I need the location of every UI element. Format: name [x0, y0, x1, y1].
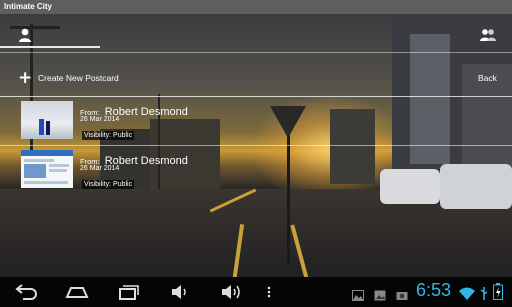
postcard-thumbnail [21, 101, 73, 139]
volume-down-icon[interactable] [170, 283, 190, 301]
wifi-icon [459, 285, 475, 304]
people-icon[interactable] [479, 27, 496, 43]
tab-divider [0, 52, 512, 53]
visibility-badge: Visibility: Public [82, 131, 135, 140]
menu-icon[interactable] [266, 283, 272, 301]
postcard-list-item[interactable]: From: Robert Desmond 26 Mar 2014 Visibil… [0, 145, 512, 194]
home-icon[interactable] [64, 283, 90, 301]
image-icon [374, 286, 386, 305]
visibility-badge: Visibility: Public [82, 180, 135, 189]
active-tab-indicator [0, 46, 100, 48]
back-button[interactable]: Back [478, 73, 497, 83]
window-title: Intimate City [4, 2, 53, 11]
postcard-date: 26 Mar 2014 [80, 116, 120, 123]
system-navigation-bar: 6:53 [0, 277, 512, 307]
postcard-list: From: Robert Desmond 26 Mar 2014 Visibil… [0, 97, 512, 194]
battery-icon [493, 283, 503, 304]
volume-up-icon[interactable] [220, 283, 242, 301]
camera-icon [396, 286, 408, 305]
postcard-thumbnail [21, 150, 73, 188]
clock: 6:53 [416, 280, 452, 300]
postcard-list-item[interactable]: From: Robert Desmond 26 Mar 2014 Visibil… [0, 97, 512, 145]
action-bar: + Create New Postcard Back [0, 68, 512, 88]
person-icon[interactable] [17, 27, 33, 43]
create-postcard-label: Create New Postcard [38, 73, 119, 83]
gallery-icon [352, 286, 364, 305]
recent-apps-icon[interactable] [117, 283, 141, 301]
usb-icon [479, 285, 489, 304]
back-icon[interactable] [14, 283, 38, 301]
window-title-bar: Intimate City [0, 0, 512, 14]
plus-icon: + [18, 68, 33, 88]
postcard-date: 26 Mar 2014 [80, 165, 120, 172]
tab-bar [0, 22, 512, 48]
